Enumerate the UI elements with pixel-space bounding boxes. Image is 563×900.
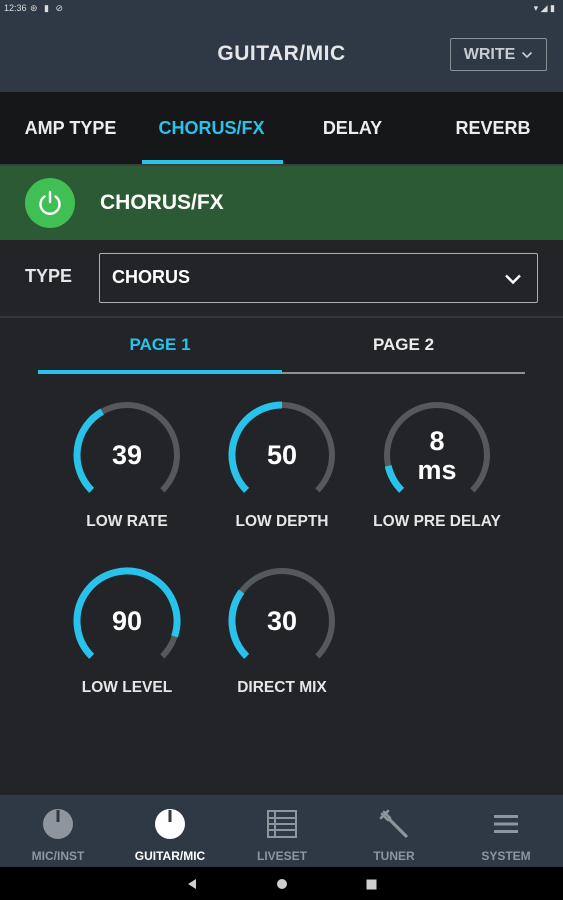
knob-low-rate[interactable]: 39 LOW RATE <box>67 397 187 530</box>
effect-header-bar: CHORUS/FX <box>0 166 563 240</box>
nav-item-guitar-mic[interactable]: GUITAR/MIC <box>114 795 226 867</box>
list-icon <box>267 810 297 838</box>
effect-title: CHORUS/FX <box>100 191 224 214</box>
tab-chorus-fx[interactable]: CHORUS/FX <box>141 92 282 164</box>
system-navigation-bar <box>0 867 563 900</box>
nav-label: MIC/INST <box>31 849 85 863</box>
tab-page-2[interactable]: PAGE 2 <box>282 330 525 360</box>
write-button[interactable]: WRITE <box>450 38 547 71</box>
bottom-navigation: MIC/INST GUITAR/MIC LIVESET TUNER SYSTEM <box>0 795 563 867</box>
nav-item-mic-inst[interactable]: MIC/INST <box>2 795 114 867</box>
knob-label: LOW PRE DELAY <box>373 513 501 530</box>
type-divider <box>0 316 563 318</box>
chevron-down-icon <box>505 274 521 285</box>
type-row: TYPE CHORUS <box>0 240 563 316</box>
knob-value: 50 <box>266 440 298 470</box>
chevron-down-icon <box>522 51 533 58</box>
nav-item-liveset[interactable]: LIVESET <box>226 795 338 867</box>
nav-label: LIVESET <box>256 849 307 863</box>
nav-item-system[interactable]: SYSTEM <box>450 795 562 867</box>
nav-item-tuner[interactable]: TUNER <box>338 795 450 867</box>
recents-icon[interactable] <box>366 879 377 890</box>
knob-label: LOW DEPTH <box>235 513 329 530</box>
app-header: GUITAR/MIC WRITE <box>0 18 563 92</box>
power-icon <box>39 190 61 215</box>
home-icon[interactable] <box>276 878 288 890</box>
knob-value: 90 <box>111 606 143 636</box>
back-icon[interactable] <box>186 878 198 890</box>
type-selected-value: CHORUS <box>112 267 191 287</box>
knob-direct-mix[interactable]: 30 DIRECT MIX <box>222 563 342 696</box>
nav-label: SYSTEM <box>481 849 531 863</box>
knob-label: LOW RATE <box>86 513 168 530</box>
knob-label: DIRECT MIX <box>237 679 327 696</box>
tab-reverb[interactable]: REVERB <box>423 92 563 164</box>
knob-value: 30 <box>266 606 298 636</box>
knob-value: 8 <box>429 426 445 456</box>
tab-amp-type[interactable]: AMP TYPE <box>0 92 141 164</box>
status-bar: 12:36 ⊛ ▮ ⊘ ▾ ◢ ▮ <box>0 0 563 18</box>
type-label: TYPE <box>25 266 73 286</box>
knob-unit: ms <box>417 455 457 485</box>
knob-low-level[interactable]: 90 LOW LEVEL <box>67 563 187 696</box>
status-system-icons: ▾ ◢ ▮ <box>533 3 555 13</box>
tab-page-1[interactable]: PAGE 1 <box>38 330 282 360</box>
nav-label: GUITAR/MIC <box>134 849 206 863</box>
nav-label: TUNER <box>373 849 415 863</box>
knob-low-depth[interactable]: 50 LOW DEPTH <box>222 397 342 530</box>
knob-low-pre-delay[interactable]: 8 ms LOW PRE DELAY <box>373 397 501 530</box>
status-notification-icons: ⊛ ▮ ⊘ <box>30 3 66 13</box>
menu-icon <box>494 815 518 833</box>
knob-icon <box>155 809 185 839</box>
knob-value: 39 <box>111 440 143 470</box>
knob-label: LOW LEVEL <box>81 679 173 696</box>
section-tabs: AMP TYPE CHORUS/FX DELAY REVERB <box>0 92 563 164</box>
tuning-fork-icon <box>379 809 408 838</box>
active-page-indicator <box>38 370 282 374</box>
power-toggle-button[interactable] <box>25 178 75 228</box>
tab-delay[interactable]: DELAY <box>282 92 423 164</box>
type-dropdown[interactable]: CHORUS <box>99 253 538 303</box>
knob-icon <box>43 809 73 839</box>
status-time: 12:36 <box>4 3 27 13</box>
write-button-label: WRITE <box>463 45 516 63</box>
